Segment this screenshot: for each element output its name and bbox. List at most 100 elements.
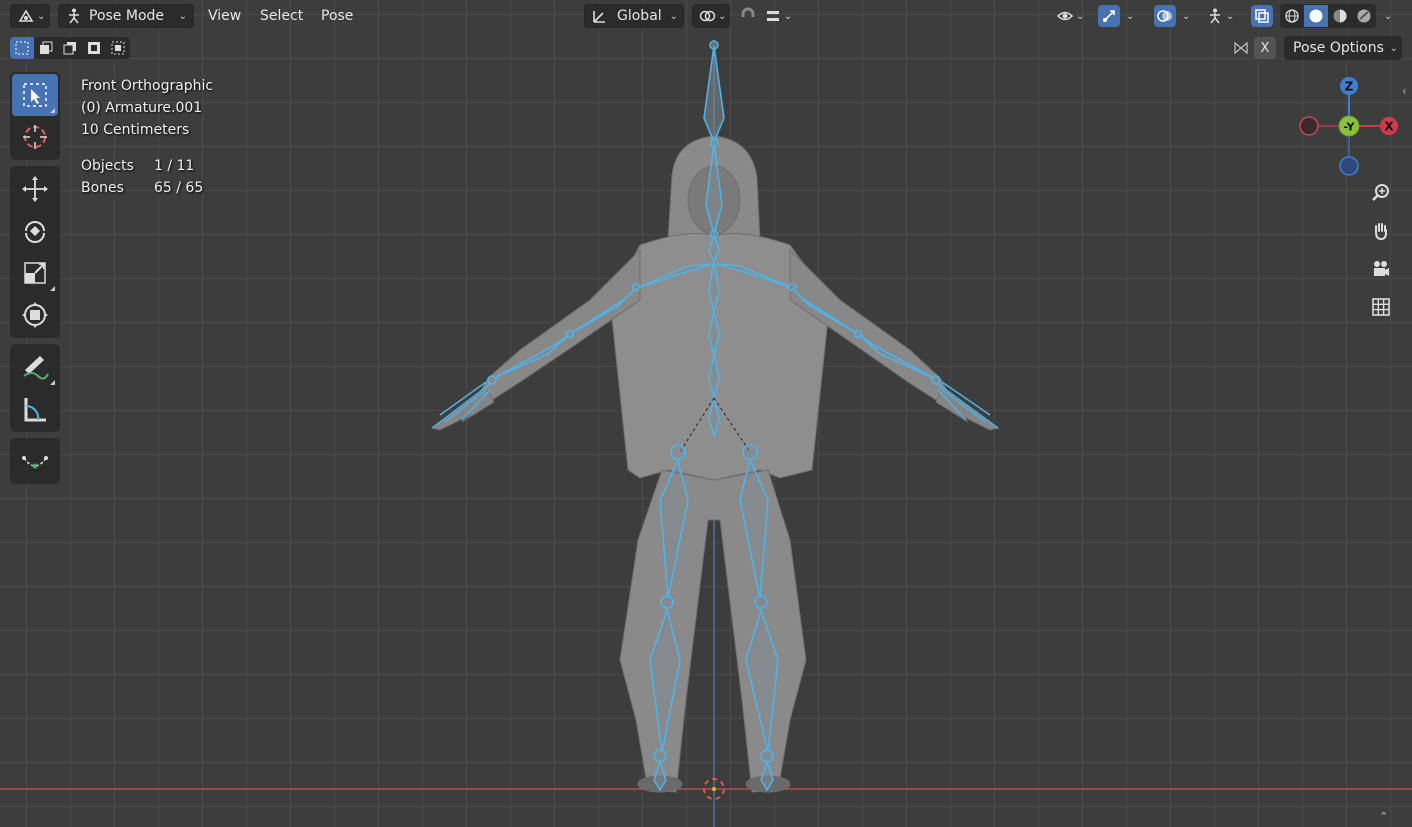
pose-options-dropdown[interactable]: Pose Options ⌄ [1284, 36, 1402, 60]
chevron-down-icon: ⌄ [1182, 10, 1191, 22]
camera-icon [1374, 261, 1389, 276]
chevron-down-icon: ⌄ [1384, 10, 1393, 22]
tool-shelf [10, 72, 60, 490]
grid-scale-label: 10 Centimeters [81, 122, 190, 138]
navigation-gizmo[interactable]: Z X -Y [1295, 72, 1405, 182]
bone-joint-knee-l [660, 595, 674, 609]
pivot-icon [696, 5, 718, 27]
butterfly-icon [1230, 37, 1252, 59]
snap-target-dropdown[interactable]: ⌄ [760, 4, 800, 28]
chevron-up-icon[interactable]: ⌃ [1379, 810, 1388, 823]
chevron-down-icon: ⌄ [37, 10, 46, 22]
select-extend-icon[interactable] [34, 37, 58, 59]
bone-joint [787, 282, 797, 292]
view-navigation-buttons [1366, 178, 1400, 330]
bone-joint [853, 329, 863, 339]
chevron-down-icon: ⌄ [1226, 10, 1235, 22]
pose-mode-icon [63, 5, 85, 27]
viewport-info-overlay: Front Orthographic (0) Armature.001 10 C… [81, 75, 213, 199]
cursor-icon [23, 125, 47, 149]
chevron-down-icon: ⌄ [718, 10, 727, 22]
3d-viewport[interactable]: ⌄ Pose Mode ⌄ View Select Pose Global ⌄ … [0, 0, 1412, 827]
tool-group-transform [10, 166, 60, 338]
visibility-dropdown[interactable]: ⌄ [1052, 4, 1092, 28]
armature [431, 40, 999, 792]
stat-objects-value: 1 / 11 [154, 158, 195, 174]
menu-view[interactable]: View [208, 4, 241, 28]
mode-dropdown[interactable]: Pose Mode ⌄ [58, 4, 194, 28]
select-difference-icon[interactable] [82, 37, 106, 59]
rotate-icon [25, 221, 45, 243]
move-icon [22, 176, 48, 202]
bone-head-top [703, 45, 725, 145]
gizmo-neg-z [1339, 156, 1359, 176]
bone-joint-hip-r [742, 444, 758, 460]
gizmo-y-label: -Y [1344, 121, 1356, 134]
orientation-label: Global [617, 8, 662, 24]
menu-pose[interactable]: Pose [321, 4, 353, 28]
viewport-header: ⌄ Pose Mode ⌄ View Select Pose Global ⌄ … [0, 0, 1412, 32]
bone-joint [709, 138, 719, 148]
overlays-icon [1154, 5, 1176, 27]
pan-button[interactable] [1366, 216, 1396, 246]
snap-toggle[interactable] [736, 4, 760, 28]
measure-tool[interactable] [12, 388, 58, 430]
transform-tool[interactable] [12, 294, 58, 336]
material-shading-icon[interactable] [1328, 5, 1352, 27]
wireframe-shading-icon[interactable] [1280, 5, 1304, 27]
bone-joint-hip-l [670, 444, 686, 460]
solid-shading-icon[interactable] [1304, 5, 1328, 27]
tool-group-annotate [10, 344, 60, 432]
select-box-tool[interactable] [12, 74, 58, 116]
mode-label: Pose Mode [89, 8, 165, 24]
move-tool[interactable] [12, 168, 58, 210]
shading-mode-group [1280, 4, 1376, 28]
orientation-icon [589, 5, 611, 27]
gizmo-x-label: X [1384, 120, 1394, 134]
gizmo-toggle[interactable]: ⌄ [1098, 4, 1146, 28]
active-object-name: (0) Armature.001 [81, 100, 203, 116]
xray-toggle[interactable] [1250, 4, 1274, 28]
editor-type-dropdown[interactable]: ⌄ [10, 4, 50, 28]
zoom-icon [1372, 184, 1389, 201]
armature-overlay-icon [1204, 5, 1226, 27]
stat-objects-key: Objects [81, 158, 134, 174]
x-mirror-toggle[interactable]: X [1254, 37, 1276, 59]
zoom-button[interactable] [1366, 178, 1396, 208]
cursor-tool[interactable] [12, 116, 58, 158]
select-new-icon[interactable] [10, 37, 34, 59]
overlays-toggle[interactable]: ⌄ [1154, 4, 1200, 28]
chevron-down-icon: ⌄ [1389, 42, 1398, 54]
shading-options-dropdown[interactable]: ⌄ [1378, 4, 1398, 28]
bone-joint [487, 375, 497, 385]
view-name: Front Orthographic [81, 78, 214, 94]
menu-select[interactable]: Select [260, 4, 303, 28]
stat-bones-key: Bones [81, 180, 124, 196]
chevron-down-icon: ⌄ [1126, 10, 1135, 22]
stat-bones: Bones 65 / 65 [81, 177, 213, 199]
stat-bones-value: 65 / 65 [154, 180, 204, 196]
chevron-down-icon: ⌄ [669, 10, 678, 22]
camera-view-button[interactable] [1366, 254, 1396, 284]
transform-orientation-dropdown[interactable]: Global ⌄ [584, 4, 684, 28]
chevron-down-icon: ⌄ [784, 10, 793, 22]
pivot-point-dropdown[interactable]: ⌄ [692, 4, 730, 28]
ortho-toggle-button[interactable] [1366, 292, 1396, 322]
pose-options-label: Pose Options [1293, 40, 1384, 56]
rendered-shading-icon[interactable] [1352, 5, 1376, 27]
relax-pose-icon [22, 456, 48, 469]
bone-joint [709, 40, 719, 50]
scale-tool[interactable] [12, 252, 58, 294]
stat-objects: Objects 1 / 11 [81, 155, 213, 177]
tool-group-pose [10, 438, 60, 484]
select-intersect-icon[interactable] [106, 37, 130, 59]
annotate-tool[interactable] [12, 346, 58, 388]
relax-pose-tool[interactable] [12, 440, 58, 482]
bone-joint [631, 282, 641, 292]
rotate-tool[interactable] [12, 210, 58, 252]
pose-overlay-dropdown[interactable]: ⌄ [1204, 4, 1244, 28]
gizmo-neg-x [1299, 116, 1319, 136]
x-mirror-group: X [1230, 36, 1276, 60]
scale-icon [24, 262, 46, 284]
select-subtract-icon[interactable] [58, 37, 82, 59]
